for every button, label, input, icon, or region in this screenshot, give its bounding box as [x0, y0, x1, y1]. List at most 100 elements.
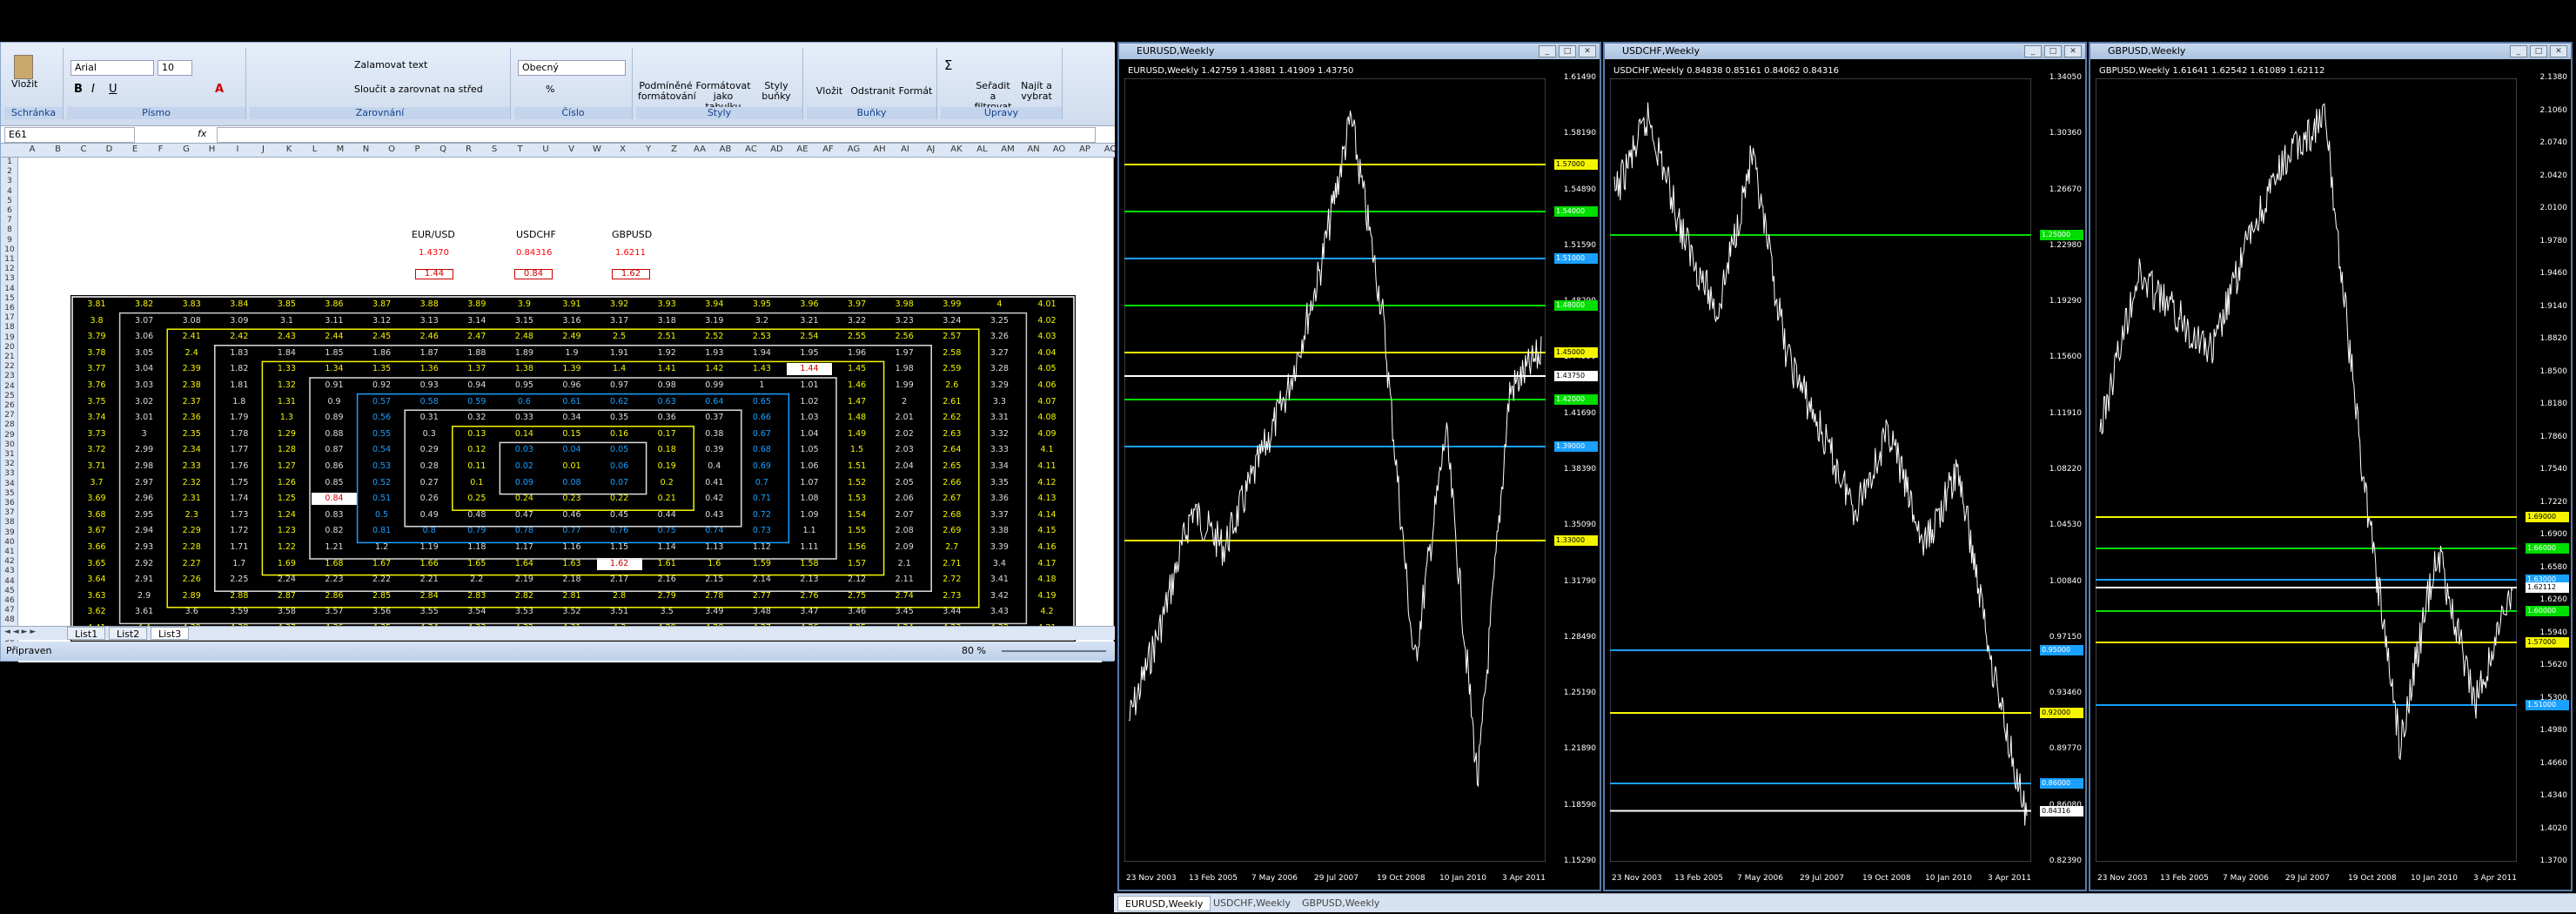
minimize-icon[interactable]: _: [1539, 45, 1556, 57]
row-header[interactable]: 10: [1, 245, 18, 254]
column-header[interactable]: W: [590, 144, 604, 154]
row-header[interactable]: 14: [1, 285, 18, 293]
tab-eurusd[interactable]: EURUSD,Weekly: [1117, 896, 1211, 911]
column-header[interactable]: AH: [873, 144, 887, 154]
column-header[interactable]: C: [77, 144, 91, 154]
column-header[interactable]: V: [565, 144, 579, 154]
column-header[interactable]: Q: [436, 144, 450, 154]
row-header[interactable]: 33: [1, 469, 18, 478]
row-header[interactable]: 48: [1, 615, 18, 624]
column-header[interactable]: L: [308, 144, 322, 154]
row-header[interactable]: 2: [1, 167, 18, 176]
column-header[interactable]: H: [205, 144, 219, 154]
row-header[interactable]: 6: [1, 206, 18, 215]
row-header[interactable]: 37: [1, 508, 18, 517]
font-size-select[interactable]: 10: [158, 60, 192, 76]
row-header[interactable]: 31: [1, 450, 18, 459]
column-header[interactable]: A: [25, 144, 39, 154]
formula-input[interactable]: [217, 127, 1096, 143]
column-header[interactable]: Z: [667, 144, 681, 154]
column-header[interactable]: D: [103, 144, 117, 154]
minimize-icon[interactable]: _: [2024, 45, 2042, 57]
column-header[interactable]: AE: [795, 144, 809, 154]
column-header[interactable]: G: [179, 144, 193, 154]
row-header[interactable]: 20: [1, 343, 18, 352]
row-header[interactable]: 32: [1, 460, 18, 468]
row-header[interactable]: 24: [1, 382, 18, 391]
merge-center-button[interactable]: Sloučit a zarovnat na střed: [354, 84, 483, 95]
column-header[interactable]: AQ: [1104, 144, 1117, 154]
row-header[interactable]: 30: [1, 440, 18, 449]
row-header[interactable]: 21: [1, 353, 18, 361]
chart-window-usdchf[interactable]: USDCHF,Weekly _ □ ✕ USDCHF,Weekly 0.84838 …: [1603, 42, 2087, 891]
row-header[interactable]: 8: [1, 225, 18, 234]
tab-list1[interactable]: List1: [67, 627, 106, 640]
column-header[interactable]: S: [487, 144, 501, 154]
find-select-button[interactable]: Najít a vybrat: [1017, 81, 1056, 102]
name-box[interactable]: E61: [4, 127, 135, 143]
row-header[interactable]: 35: [1, 489, 18, 498]
maximize-icon[interactable]: □: [1559, 45, 1576, 57]
row-header[interactable]: 19: [1, 333, 18, 342]
row-header[interactable]: 27: [1, 411, 18, 420]
close-icon[interactable]: ✕: [2064, 45, 2082, 57]
minimize-icon[interactable]: _: [2510, 45, 2527, 57]
row-header[interactable]: 12: [1, 265, 18, 273]
fx-button[interactable]: fx: [198, 129, 206, 139]
column-header[interactable]: B: [51, 144, 65, 154]
row-header[interactable]: 13: [1, 274, 18, 283]
row-header[interactable]: 43: [1, 567, 18, 575]
column-header[interactable]: X: [616, 144, 630, 154]
column-header[interactable]: AP: [1078, 144, 1092, 154]
zoom-slider[interactable]: [1002, 650, 1106, 652]
column-header[interactable]: I: [231, 144, 245, 154]
delete-button[interactable]: Odstranit: [850, 86, 896, 97]
row-header[interactable]: 18: [1, 323, 18, 332]
row-header[interactable]: 44: [1, 577, 18, 586]
row-header[interactable]: 9: [1, 236, 18, 245]
chart-window-gbpusd[interactable]: GBPUSD,Weekly _ □ ✕ GBPUSD,Weekly 1.61641 …: [2089, 42, 2573, 891]
worksheet[interactable]: EUR/USD USDCHF GBPUSD 1.4370 0.84316 1.6…: [18, 158, 1102, 662]
row-header[interactable]: 23: [1, 372, 18, 380]
row-header[interactable]: 17: [1, 313, 18, 322]
column-header[interactable]: E: [128, 144, 142, 154]
column-header[interactable]: AL: [976, 144, 989, 154]
font-name-select[interactable]: Arial: [70, 60, 154, 76]
maximize-icon[interactable]: □: [2044, 45, 2062, 57]
column-header[interactable]: AC: [744, 144, 758, 154]
row-header[interactable]: 3: [1, 177, 18, 185]
row-header[interactable]: 7: [1, 216, 18, 225]
row-header[interactable]: 1: [1, 158, 18, 166]
column-header[interactable]: O: [385, 144, 399, 154]
column-header[interactable]: F: [154, 144, 168, 154]
format-button[interactable]: Formát: [897, 86, 934, 97]
column-header[interactable]: AK: [949, 144, 963, 154]
paste-button[interactable]: Vložit: [11, 55, 37, 90]
tab-list2[interactable]: List2: [109, 627, 148, 640]
chart-window-eurusd[interactable]: EURUSD,Weekly _ □ ✕ EURUSD,Weekly 1.42759 …: [1117, 42, 1601, 891]
cell-styles-button[interactable]: Styly buňky: [755, 81, 798, 102]
column-header[interactable]: AO: [1052, 144, 1066, 154]
insert-button[interactable]: Vložit: [810, 86, 849, 97]
sum-icon[interactable]: Σ: [944, 59, 952, 72]
font-color-button[interactable]: A: [215, 84, 224, 95]
row-header[interactable]: 40: [1, 538, 18, 547]
row-header[interactable]: 47: [1, 606, 18, 615]
column-header[interactable]: U: [539, 144, 553, 154]
underline-button[interactable]: U: [109, 84, 117, 95]
column-header[interactable]: AJ: [924, 144, 938, 154]
column-header[interactable]: R: [462, 144, 476, 154]
row-header[interactable]: 34: [1, 480, 18, 488]
row-header[interactable]: 28: [1, 420, 18, 429]
column-header[interactable]: N: [359, 144, 373, 154]
column-header[interactable]: AI: [898, 144, 912, 154]
tab-nav-arrows[interactable]: ◄ ◄ ► ►: [4, 628, 36, 636]
tab-list3[interactable]: List3: [151, 627, 190, 640]
zoom-level[interactable]: 80 %: [962, 642, 986, 661]
column-header[interactable]: P: [411, 144, 425, 154]
close-icon[interactable]: ✕: [2550, 45, 2567, 57]
column-header[interactable]: AN: [1027, 144, 1041, 154]
tab-gbpusd[interactable]: GBPUSD,Weekly: [1295, 896, 1386, 911]
row-header[interactable]: 4: [1, 187, 18, 196]
row-header[interactable]: 26: [1, 401, 18, 410]
